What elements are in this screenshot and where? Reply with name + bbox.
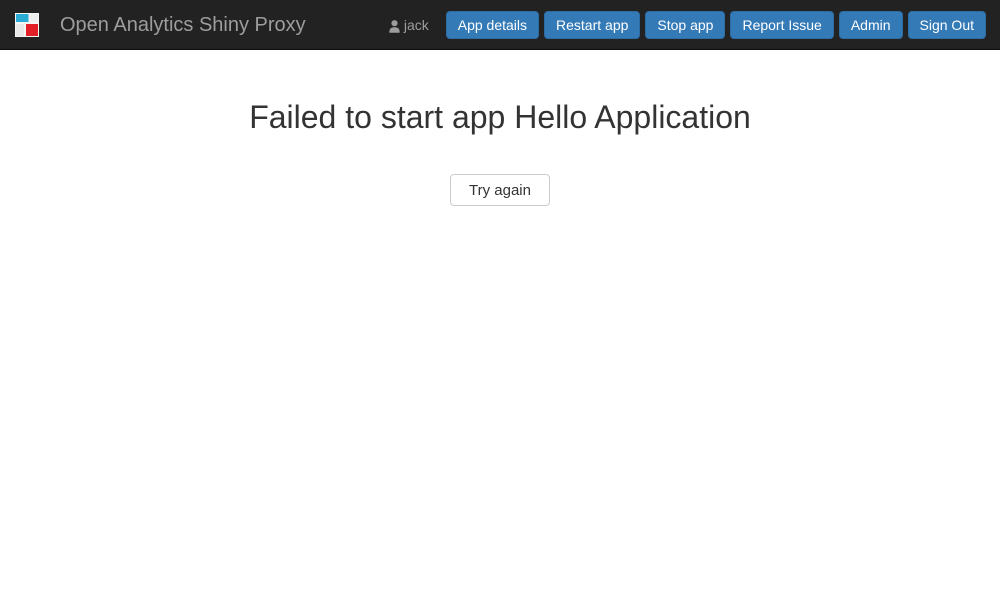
restart-app-button[interactable]: Restart app [544, 11, 641, 39]
current-user: jack [389, 17, 429, 33]
try-again-button[interactable]: Try again [450, 174, 550, 206]
retry-button-wrapper: Try again [0, 174, 1000, 206]
stop-app-button[interactable]: Stop app [645, 11, 726, 39]
user-icon [389, 19, 400, 33]
navbar-button-group: App details Restart app Stop app Report … [445, 11, 986, 39]
page-title: Failed to start app Hello Application [249, 99, 751, 135]
report-issue-button[interactable]: Report Issue [730, 11, 834, 39]
app-details-button[interactable]: App details [445, 11, 540, 39]
current-user-name: jack [403, 17, 429, 33]
navbar: Open Analytics Shiny Proxy jack App deta… [0, 0, 1000, 50]
navbar-brand-label: Open Analytics Shiny Proxy [60, 13, 306, 36]
openanalytics-logo-icon [15, 12, 39, 37]
navbar-brand[interactable]: Open Analytics Shiny Proxy [0, 0, 306, 50]
navbar-right-cluster: jack App details Restart app Stop app Re… [389, 0, 986, 50]
sign-out-button[interactable]: Sign Out [907, 11, 986, 39]
main-content: Failed to start app Hello Application Tr… [0, 50, 1000, 206]
admin-button[interactable]: Admin [838, 11, 903, 39]
